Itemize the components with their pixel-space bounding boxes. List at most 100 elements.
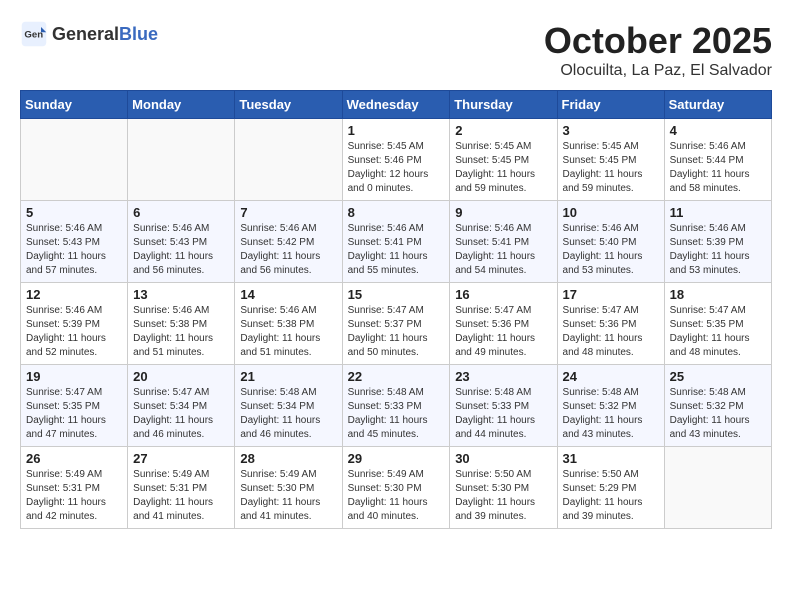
day-number: 9 xyxy=(455,205,551,220)
calendar-cell xyxy=(664,447,771,529)
calendar-cell: 21 Sunrise: 5:48 AM Sunset: 5:34 PM Dayli… xyxy=(235,365,342,447)
day-info: Sunrise: 5:46 AM Sunset: 5:40 PM Dayligh… xyxy=(563,222,659,278)
day-info: Sunrise: 5:45 AM Sunset: 5:45 PM Dayligh… xyxy=(563,140,659,196)
calendar-cell: 27 Sunrise: 5:49 AM Sunset: 5:31 PM Dayli… xyxy=(128,447,235,529)
day-info: Sunrise: 5:45 AM Sunset: 5:45 PM Dayligh… xyxy=(455,140,551,196)
calendar-cell: 14 Sunrise: 5:46 AM Sunset: 5:38 PM Dayli… xyxy=(235,283,342,365)
day-info: Sunrise: 5:47 AM Sunset: 5:36 PM Dayligh… xyxy=(455,304,551,360)
day-info: Sunrise: 5:48 AM Sunset: 5:34 PM Dayligh… xyxy=(240,386,336,442)
calendar-cell: 20Sunrise: 5:47 AM Sunset: 5:34 PM Dayli… xyxy=(128,365,235,447)
day-info: Sunrise: 5:46 AM Sunset: 5:44 PM Dayligh… xyxy=(670,140,766,196)
week-row-4: 19 Sunrise: 5:47 AM Sunset: 5:35 PM Dayli… xyxy=(21,365,772,447)
weekday-header-wednesday: Wednesday xyxy=(342,91,450,119)
day-number: 15 xyxy=(348,287,445,302)
day-number: 16 xyxy=(455,287,551,302)
day-number: 10 xyxy=(563,205,659,220)
calendar-cell: 2 Sunrise: 5:45 AM Sunset: 5:45 PM Daylig… xyxy=(450,119,557,201)
day-number: 30 xyxy=(455,451,551,466)
day-number: 26 xyxy=(26,451,122,466)
week-row-2: 5 Sunrise: 5:46 AM Sunset: 5:43 PM Daylig… xyxy=(21,201,772,283)
weekday-header-sunday: Sunday xyxy=(21,91,128,119)
day-number: 14 xyxy=(240,287,336,302)
calendar-cell: 24 Sunrise: 5:48 AM Sunset: 5:32 PM Dayli… xyxy=(557,365,664,447)
calendar-cell: 15Sunrise: 5:47 AM Sunset: 5:37 PM Dayli… xyxy=(342,283,450,365)
calendar-cell: 6 Sunrise: 5:46 AM Sunset: 5:43 PM Daylig… xyxy=(128,201,235,283)
week-row-5: 26 Sunrise: 5:49 AM Sunset: 5:31 PM Dayli… xyxy=(21,447,772,529)
calendar-cell: 29 Sunrise: 5:49 AM Sunset: 5:30 PM Dayli… xyxy=(342,447,450,529)
svg-text:Gen: Gen xyxy=(24,30,43,41)
day-number: 19 xyxy=(26,369,122,384)
day-info: Sunrise: 5:49 AM Sunset: 5:30 PM Dayligh… xyxy=(348,468,445,524)
day-info: Sunrise: 5:46 AM Sunset: 5:41 PM Dayligh… xyxy=(455,222,551,278)
calendar-cell: 19 Sunrise: 5:47 AM Sunset: 5:35 PM Dayli… xyxy=(21,365,128,447)
title-block: October 2025 Olocuilta, La Paz, El Salva… xyxy=(544,20,772,80)
day-info: Sunrise: 5:47 AM Sunset: 5:35 PM Dayligh… xyxy=(26,386,122,442)
day-info: Sunrise: 5:49 AM Sunset: 5:30 PM Dayligh… xyxy=(240,468,336,524)
calendar-cell: 3 Sunrise: 5:45 AM Sunset: 5:45 PM Daylig… xyxy=(557,119,664,201)
day-info: Sunrise: 5:46 AM Sunset: 5:39 PM Dayligh… xyxy=(670,222,766,278)
week-row-1: 1Sunrise: 5:45 AM Sunset: 5:46 PM Daylig… xyxy=(21,119,772,201)
page-header: Gen GeneralBlue October 2025 Olocuilta, … xyxy=(20,20,772,80)
calendar-cell: 18Sunrise: 5:47 AM Sunset: 5:35 PM Dayli… xyxy=(664,283,771,365)
day-number: 13 xyxy=(133,287,229,302)
calendar-cell: 13Sunrise: 5:46 AM Sunset: 5:38 PM Dayli… xyxy=(128,283,235,365)
calendar-cell: 16 Sunrise: 5:47 AM Sunset: 5:36 PM Dayli… xyxy=(450,283,557,365)
calendar-cell: 10 Sunrise: 5:46 AM Sunset: 5:40 PM Dayli… xyxy=(557,201,664,283)
day-number: 29 xyxy=(348,451,445,466)
day-number: 11 xyxy=(670,205,766,220)
day-info: Sunrise: 5:46 AM Sunset: 5:43 PM Dayligh… xyxy=(133,222,229,278)
day-info: Sunrise: 5:48 AM Sunset: 5:33 PM Dayligh… xyxy=(455,386,551,442)
calendar-cell: 26 Sunrise: 5:49 AM Sunset: 5:31 PM Dayli… xyxy=(21,447,128,529)
calendar-cell: 12 Sunrise: 5:46 AM Sunset: 5:39 PM Dayli… xyxy=(21,283,128,365)
weekday-header-thursday: Thursday xyxy=(450,91,557,119)
day-number: 12 xyxy=(26,287,122,302)
day-info: Sunrise: 5:49 AM Sunset: 5:31 PM Dayligh… xyxy=(133,468,229,524)
calendar-cell: 28 Sunrise: 5:49 AM Sunset: 5:30 PM Dayli… xyxy=(235,447,342,529)
calendar-cell xyxy=(21,119,128,201)
weekday-header-tuesday: Tuesday xyxy=(235,91,342,119)
calendar-cell: 22Sunrise: 5:48 AM Sunset: 5:33 PM Dayli… xyxy=(342,365,450,447)
calendar-cell xyxy=(128,119,235,201)
day-number: 21 xyxy=(240,369,336,384)
day-number: 6 xyxy=(133,205,229,220)
day-number: 3 xyxy=(563,123,659,138)
calendar-cell: 8 Sunrise: 5:46 AM Sunset: 5:41 PM Daylig… xyxy=(342,201,450,283)
month-title: October 2025 xyxy=(544,20,772,62)
weekday-header-friday: Friday xyxy=(557,91,664,119)
calendar-cell: 4 Sunrise: 5:46 AM Sunset: 5:44 PM Daylig… xyxy=(664,119,771,201)
calendar: SundayMondayTuesdayWednesdayThursdayFrid… xyxy=(20,90,772,529)
day-number: 4 xyxy=(670,123,766,138)
calendar-cell: 17Sunrise: 5:47 AM Sunset: 5:36 PM Dayli… xyxy=(557,283,664,365)
day-info: Sunrise: 5:46 AM Sunset: 5:42 PM Dayligh… xyxy=(240,222,336,278)
weekday-header-monday: Monday xyxy=(128,91,235,119)
weekday-header-saturday: Saturday xyxy=(664,91,771,119)
day-info: Sunrise: 5:47 AM Sunset: 5:35 PM Dayligh… xyxy=(670,304,766,360)
day-info: Sunrise: 5:46 AM Sunset: 5:39 PM Dayligh… xyxy=(26,304,122,360)
weekday-header-row: SundayMondayTuesdayWednesdayThursdayFrid… xyxy=(21,91,772,119)
day-info: Sunrise: 5:46 AM Sunset: 5:43 PM Dayligh… xyxy=(26,222,122,278)
day-number: 20 xyxy=(133,369,229,384)
day-info: Sunrise: 5:48 AM Sunset: 5:32 PM Dayligh… xyxy=(563,386,659,442)
day-info: Sunrise: 5:46 AM Sunset: 5:41 PM Dayligh… xyxy=(348,222,445,278)
calendar-cell: 7 Sunrise: 5:46 AM Sunset: 5:42 PM Daylig… xyxy=(235,201,342,283)
day-number: 24 xyxy=(563,369,659,384)
day-number: 22 xyxy=(348,369,445,384)
day-info: Sunrise: 5:49 AM Sunset: 5:31 PM Dayligh… xyxy=(26,468,122,524)
day-number: 25 xyxy=(670,369,766,384)
logo-icon: Gen xyxy=(20,20,48,48)
day-info: Sunrise: 5:50 AM Sunset: 5:30 PM Dayligh… xyxy=(455,468,551,524)
day-number: 2 xyxy=(455,123,551,138)
location-title: Olocuilta, La Paz, El Salvador xyxy=(544,62,772,80)
day-number: 8 xyxy=(348,205,445,220)
calendar-cell: 11 Sunrise: 5:46 AM Sunset: 5:39 PM Dayli… xyxy=(664,201,771,283)
day-number: 28 xyxy=(240,451,336,466)
day-number: 7 xyxy=(240,205,336,220)
calendar-cell: 5 Sunrise: 5:46 AM Sunset: 5:43 PM Daylig… xyxy=(21,201,128,283)
calendar-cell xyxy=(235,119,342,201)
calendar-cell: 9 Sunrise: 5:46 AM Sunset: 5:41 PM Daylig… xyxy=(450,201,557,283)
day-number: 27 xyxy=(133,451,229,466)
day-number: 5 xyxy=(26,205,122,220)
day-info: Sunrise: 5:46 AM Sunset: 5:38 PM Dayligh… xyxy=(240,304,336,360)
calendar-cell: 30 Sunrise: 5:50 AM Sunset: 5:30 PM Dayli… xyxy=(450,447,557,529)
week-row-3: 12 Sunrise: 5:46 AM Sunset: 5:39 PM Dayli… xyxy=(21,283,772,365)
